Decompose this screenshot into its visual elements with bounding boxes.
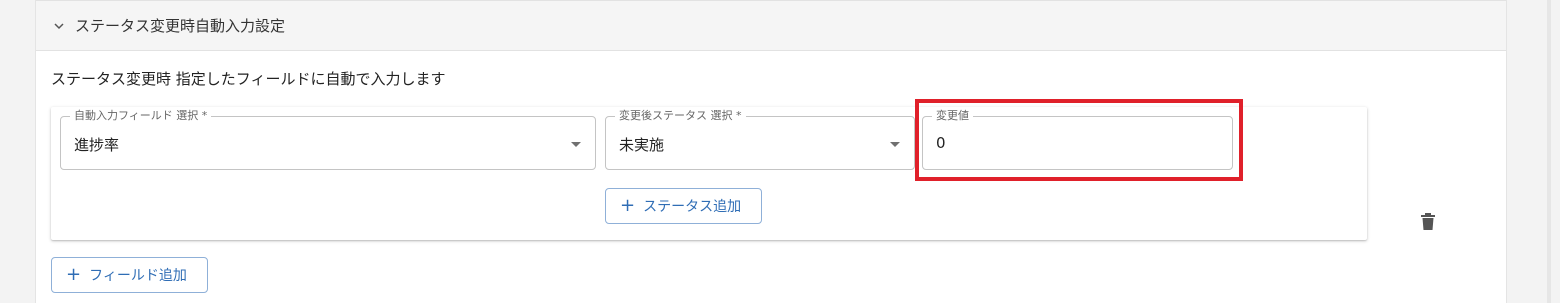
scrollbar-track[interactable] xyxy=(1547,0,1551,303)
add-field-button[interactable]: + フィールド追加 xyxy=(51,257,208,293)
status-after-change-label: 変更後ステータス 選択 * xyxy=(615,109,746,123)
accordion-header[interactable]: ステータス変更時自動入力設定 xyxy=(36,0,1506,51)
accordion-title: ステータス変更時自動入力設定 xyxy=(75,17,286,35)
chevron-down-icon xyxy=(54,23,64,30)
settings-panel: ステータス変更時自動入力設定 ステータス変更時 指定したフィールドに自動で入力し… xyxy=(35,0,1507,303)
add-field-label: フィールド追加 xyxy=(89,268,187,284)
scrollbar-area xyxy=(1520,0,1560,303)
dropdown-arrow-icon xyxy=(571,142,581,147)
dropdown-arrow-icon xyxy=(890,142,900,147)
highlight-box xyxy=(915,99,1243,181)
add-status-button[interactable]: + ステータス追加 xyxy=(605,188,762,224)
status-after-change-value: 未実施 xyxy=(619,136,665,154)
auto-input-field-value: 進捗率 xyxy=(74,136,120,154)
section-description: ステータス変更時 指定したフィールドに自動で入力します xyxy=(51,70,446,88)
add-status-label: ステータス追加 xyxy=(643,199,742,215)
plus-icon: + xyxy=(66,264,82,285)
plus-icon: + xyxy=(620,195,636,216)
auto-input-field-select[interactable]: 自動入力フィールド 選択 * 進捗率 xyxy=(60,109,596,170)
status-after-change-select[interactable]: 変更後ステータス 選択 * 未実施 xyxy=(605,109,915,170)
auto-input-field-label: 自動入力フィールド 選択 * xyxy=(70,109,212,123)
trash-icon[interactable] xyxy=(1420,213,1436,231)
